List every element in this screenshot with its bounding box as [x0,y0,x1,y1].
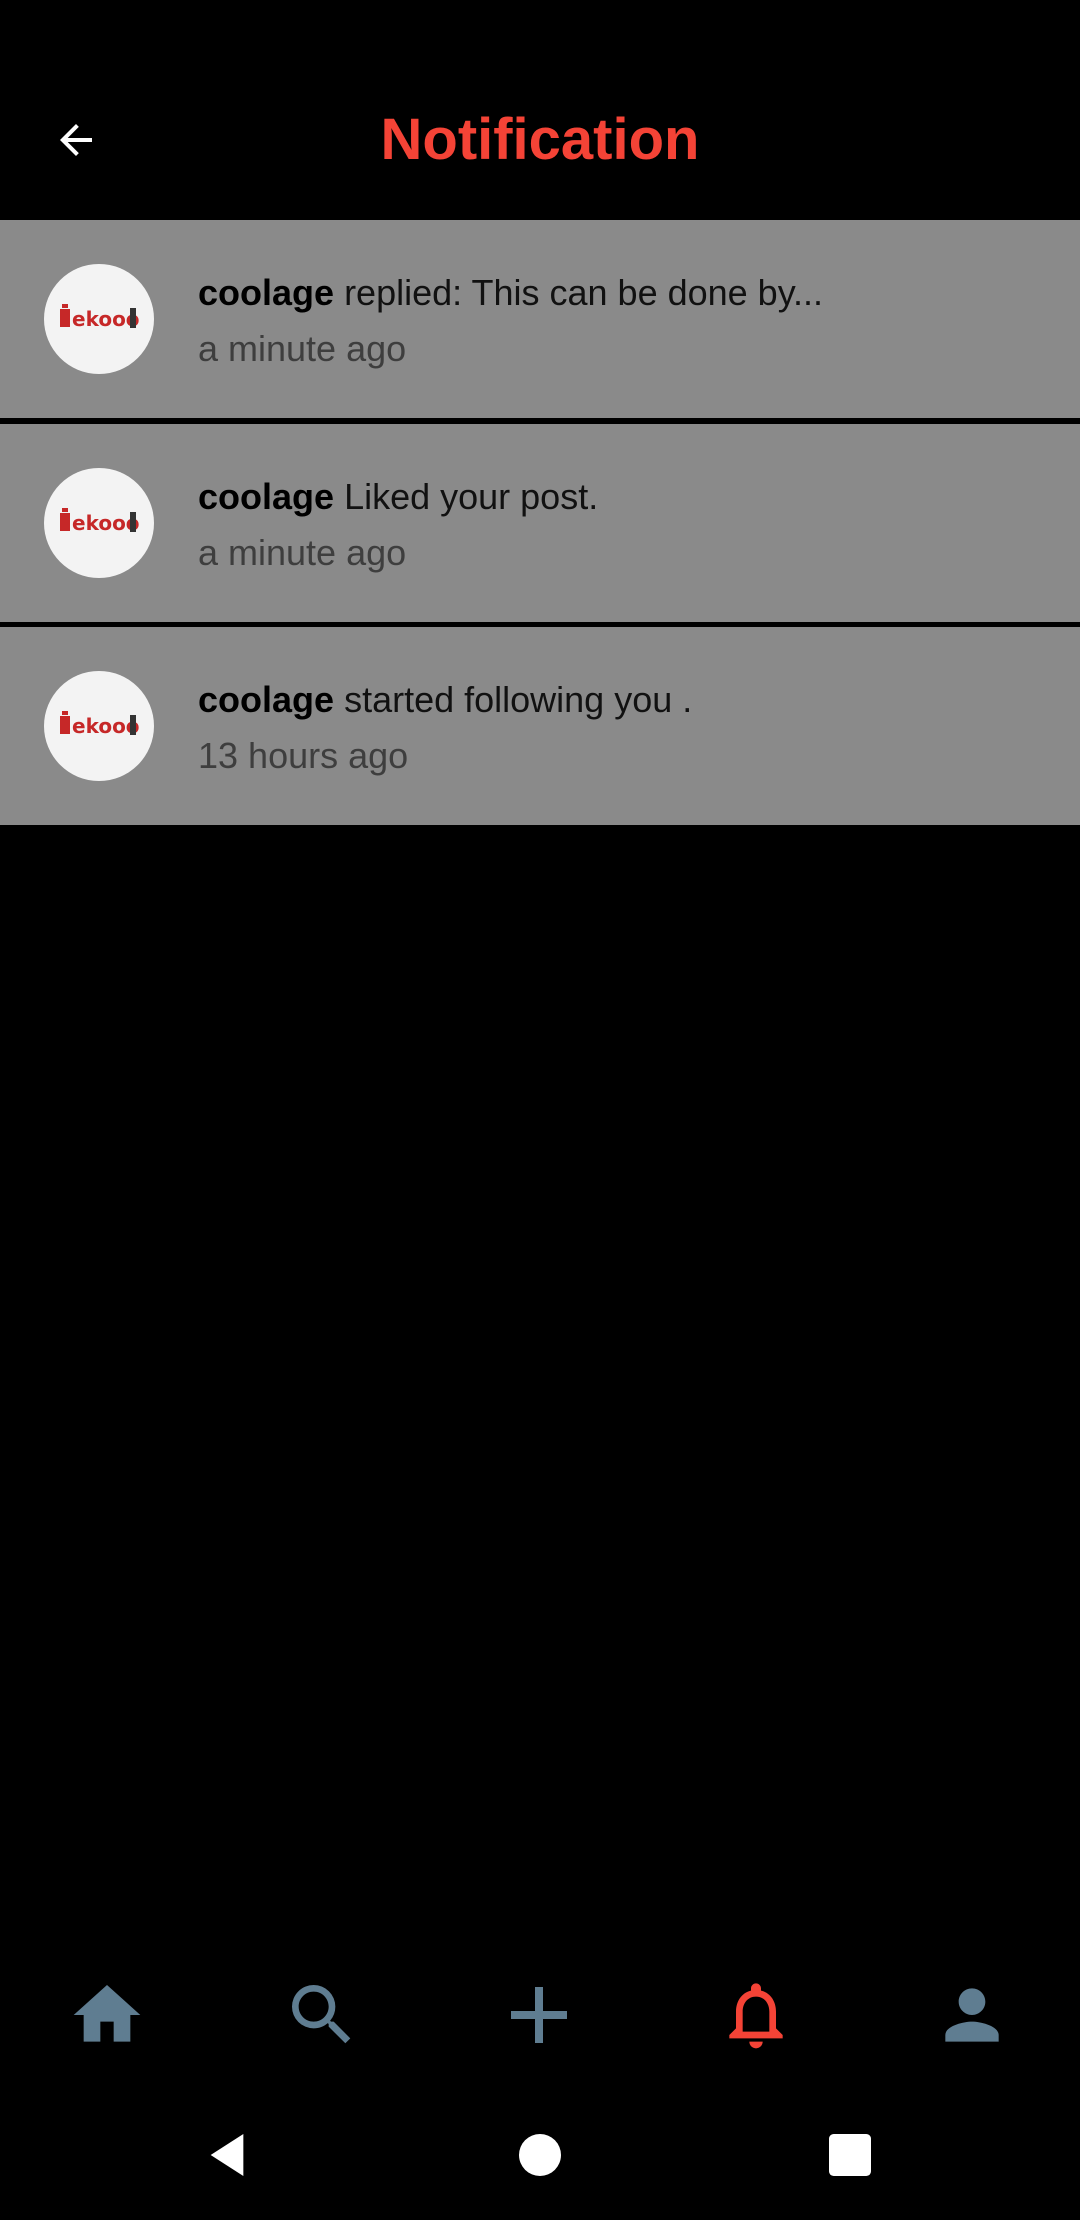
bottom-navigation [0,1960,1080,2070]
avatar[interactable]: ekooo [44,468,154,578]
notification-item[interactable]: ekooo coolage Liked your post. a minute … [0,424,1080,622]
system-back-button[interactable] [182,2110,272,2200]
notification-time: a minute ago [198,328,407,369]
svg-text:ekooo: ekooo [72,511,140,535]
notification-username: coolage [198,476,335,517]
home-icon [73,1985,141,2042]
nav-search-button[interactable] [262,1960,382,2070]
avatar[interactable]: ekooo [44,671,154,781]
person-icon [945,1988,999,2042]
notification-item[interactable]: ekooo coolage started following you . 13… [0,627,1080,825]
notification-text: coolage started following you . [198,675,1038,725]
notification-username: coolage [198,679,335,720]
nav-notifications-button[interactable] [696,1960,816,2070]
notification-message: started following you . [344,679,693,720]
notification-text: coolage replied: This can be done by... [198,268,1038,318]
home-circle-icon [519,2134,561,2176]
notification-time: 13 hours ago [198,735,409,776]
system-recents-button[interactable] [805,2110,895,2200]
app-bar: Notification [0,0,1080,220]
svg-text:ekooo: ekooo [72,714,140,738]
page-title: Notification [380,107,700,172]
notification-time: a minute ago [198,532,407,573]
notification-message: replied: This can be done by... [344,272,824,313]
bell-icon [729,1983,783,2049]
notification-item[interactable]: ekooo coolage replied: This can be done … [0,220,1080,418]
ekooo-logo-icon: ekooo [60,304,140,331]
search-icon [292,1985,351,2044]
nav-add-button[interactable] [479,1960,599,2070]
avatar[interactable]: ekooo [44,264,154,374]
system-home-button[interactable] [495,2110,585,2200]
ekooo-logo-icon: ekooo [60,711,140,738]
notification-username: coolage [198,272,335,313]
notification-text: coolage Liked your post. [198,472,1038,522]
notification-message: Liked your post. [344,476,599,517]
ekooo-logo-icon: ekooo [60,508,140,535]
add-icon [511,1987,567,2043]
nav-home-button[interactable] [47,1960,167,2070]
nav-profile-button[interactable] [912,1960,1032,2070]
recents-square-icon [829,2134,871,2176]
system-navigation-bar [0,2090,1080,2220]
back-triangle-icon [210,2134,244,2176]
svg-text:ekooo: ekooo [72,307,140,331]
